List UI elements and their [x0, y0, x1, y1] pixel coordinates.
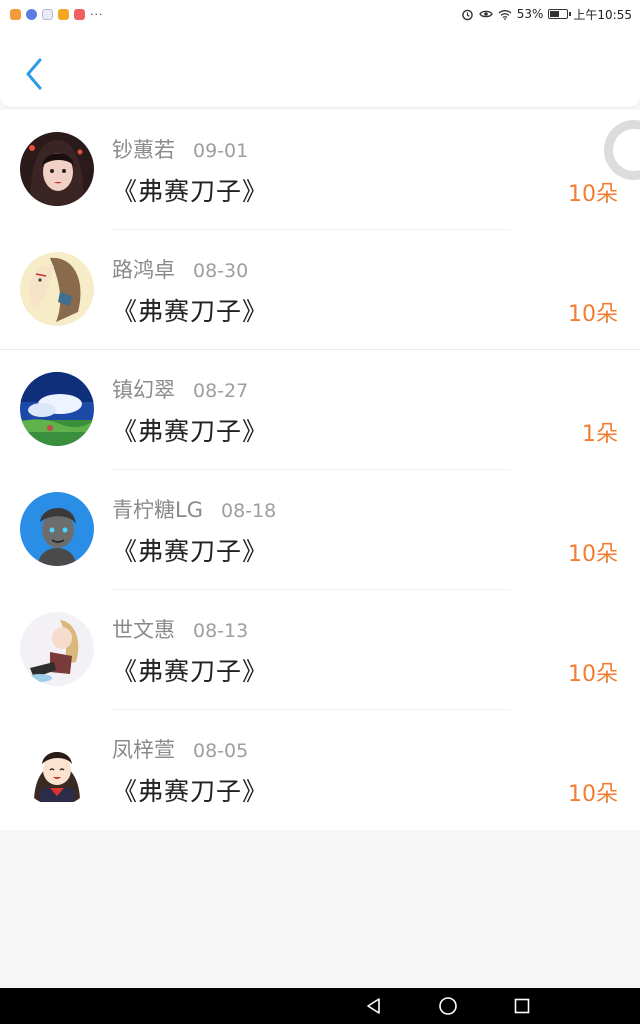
app-notification-icon	[26, 8, 37, 20]
battery-icon	[548, 9, 572, 19]
book-title: 《弗赛刀子》	[112, 297, 269, 326]
list-item[interactable]: 路鸿卓 08-30 《弗赛刀子》 10朵	[0, 230, 640, 350]
book-title: 《弗赛刀子》	[112, 657, 269, 686]
flower-count: 10朵	[568, 182, 618, 207]
username: 镇幻翠	[112, 378, 175, 402]
nav-recents-button[interactable]	[512, 996, 532, 1016]
list-item[interactable]: 青柠糖LG 08-18 《弗赛刀子》 10朵	[0, 470, 640, 590]
wifi-icon	[498, 9, 512, 20]
app-notification-icon	[58, 8, 69, 20]
battery-percent: 53%	[516, 7, 544, 21]
date: 08-13	[193, 620, 249, 642]
avatar	[20, 492, 94, 566]
avatar	[20, 732, 94, 806]
flower-count: 10朵	[568, 542, 618, 567]
username: 青柠糖LG	[112, 498, 203, 522]
username: 世文惠	[112, 618, 175, 642]
flower-count: 1朵	[582, 422, 618, 447]
app-notification-icon	[42, 8, 53, 20]
flower-count: 10朵	[568, 782, 618, 807]
triangle-back-icon	[367, 998, 380, 1014]
flower-count: 10朵	[568, 302, 618, 327]
nav-back-button[interactable]	[364, 996, 384, 1016]
username: 路鸿卓	[112, 258, 175, 282]
top-bar	[0, 28, 640, 108]
list-item[interactable]: 钞蕙若 09-01 《弗赛刀子》 10朵	[0, 110, 640, 230]
circle-home-icon	[439, 997, 457, 1015]
nav-home-button[interactable]	[438, 996, 458, 1016]
system-status: 53% 上午10:55	[461, 6, 632, 23]
username: 凤梓萱	[112, 738, 175, 762]
avatar	[20, 252, 94, 326]
more-notifications-icon: ···	[90, 7, 104, 21]
alarm-icon	[461, 8, 474, 21]
avatar	[20, 612, 94, 686]
square-recents-icon	[514, 998, 530, 1014]
eye-comfort-icon	[478, 8, 493, 20]
list-item[interactable]: 世文惠 08-13 《弗赛刀子》 10朵	[0, 590, 640, 710]
list-item[interactable]: 凤梓萱 08-05 《弗赛刀子》 10朵	[0, 710, 640, 830]
app-notification-icon	[10, 8, 21, 20]
notification-icons: ···	[10, 8, 104, 21]
date: 08-30	[193, 260, 249, 282]
book-title: 《弗赛刀子》	[112, 417, 269, 446]
chevron-left-icon	[26, 58, 42, 90]
flower-record-list: 钞蕙若 09-01 《弗赛刀子》 10朵 路鸿卓 08-30 《弗赛刀子》 10…	[0, 110, 640, 830]
avatar	[20, 372, 94, 446]
book-title: 《弗赛刀子》	[112, 777, 269, 806]
flower-count: 10朵	[568, 662, 618, 687]
list-item[interactable]: 镇幻翠 08-27 《弗赛刀子》 1朵	[0, 350, 640, 470]
book-title: 《弗赛刀子》	[112, 537, 269, 566]
date: 08-18	[220, 500, 277, 522]
date: 09-01	[193, 140, 249, 162]
status-bar: ··· 53% 上午10:55	[0, 0, 640, 28]
avatar	[20, 132, 94, 206]
back-button[interactable]	[18, 54, 50, 94]
book-title: 《弗赛刀子》	[112, 177, 269, 206]
app-notification-icon	[74, 8, 85, 20]
username: 钞蕙若	[112, 138, 175, 162]
system-nav-bar	[0, 988, 640, 1024]
clock: 上午10:55	[573, 7, 632, 22]
date: 08-05	[193, 740, 249, 762]
date: 08-27	[193, 380, 249, 402]
